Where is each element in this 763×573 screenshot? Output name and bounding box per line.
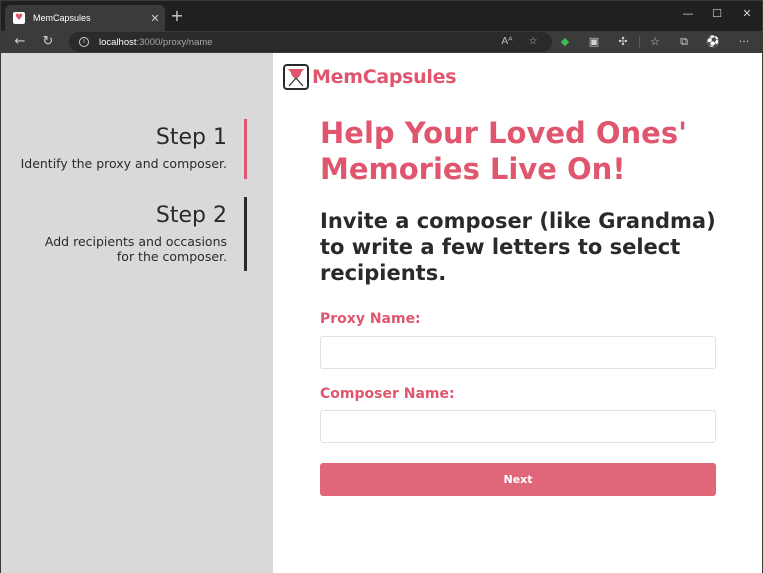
collections-icon[interactable]: ⧉	[676, 34, 692, 50]
profile-avatar-icon[interactable]: ⚽	[705, 34, 721, 50]
step-2-indicator	[244, 197, 247, 271]
subtitle: Invite a composer (like Grandma) to writ…	[320, 209, 716, 285]
step-2: Step 2 Add recipients and occasions for …	[27, 202, 227, 264]
step-1-indicator	[244, 119, 247, 179]
page-content: Step 1 Identify the proxy and composer. …	[1, 53, 762, 573]
site-info-icon[interactable]: i	[79, 37, 89, 47]
composer-name-input[interactable]	[320, 410, 716, 443]
more-menu-icon[interactable]: ···	[736, 34, 752, 50]
url-host: localhost	[99, 36, 137, 48]
step-1-title: Step 1	[155, 125, 227, 150]
favicon-icon: ♥	[13, 12, 25, 24]
extension-icon[interactable]: ▣	[586, 34, 602, 50]
step-2-description: Add recipients and occasions for the com…	[44, 234, 227, 264]
main-panel: MemCapsules Help Your Loved Ones' Memori…	[273, 53, 762, 573]
composer-name-label: Composer Name:	[320, 386, 455, 402]
extensions-puzzle-icon[interactable]: ✣	[615, 34, 631, 50]
read-aloud-icon[interactable]: Aᴬ	[499, 35, 515, 49]
browser-toolbar: ← ↻ i localhost :3000/proxy/name Aᴬ ☆ ◆ …	[1, 31, 762, 53]
toolbar-divider	[639, 36, 640, 48]
shield-extension-icon[interactable]: ◆	[557, 34, 573, 50]
step-1: Step 1 Identify the proxy and composer.	[7, 124, 227, 171]
step-1-description: Identify the proxy and composer.	[20, 156, 227, 171]
browser-tab[interactable]: ♥ MemCapsules ✕	[5, 5, 165, 31]
tab-title: MemCapsules	[33, 13, 91, 23]
hero-heading: Help Your Loved Ones' Memories Live On!	[320, 116, 687, 186]
refresh-button[interactable]: ↻	[39, 33, 57, 51]
back-button[interactable]: ←	[11, 33, 29, 51]
title-bar: ♥ MemCapsules ✕ + — ☐ ✕	[1, 1, 762, 31]
brand-name: MemCapsules	[312, 66, 457, 88]
favorites-icon[interactable]: ☆	[647, 34, 663, 50]
next-button[interactable]: Next	[320, 463, 716, 496]
step-2-title: Step 2	[155, 203, 227, 228]
maximize-button[interactable]: ☐	[702, 5, 732, 23]
proxy-name-label: Proxy Name:	[320, 311, 421, 327]
add-favorite-icon[interactable]: ☆	[525, 35, 541, 49]
minimize-button[interactable]: —	[673, 5, 703, 23]
brand-logo: MemCapsules	[283, 64, 457, 90]
address-bar[interactable]: i localhost :3000/proxy/name Aᴬ ☆	[69, 32, 552, 52]
close-window-button[interactable]: ✕	[732, 5, 762, 23]
proxy-name-input[interactable]	[320, 336, 716, 369]
steps-sidebar: Step 1 Identify the proxy and composer. …	[1, 53, 273, 573]
url-path: :3000/proxy/name	[136, 36, 213, 48]
new-tab-button[interactable]: +	[169, 6, 185, 26]
tab-close-icon[interactable]: ✕	[145, 12, 165, 25]
hourglass-heart-icon	[283, 64, 309, 90]
browser-window: ♥ MemCapsules ✕ + — ☐ ✕ ← ↻ i localhost …	[0, 0, 763, 573]
